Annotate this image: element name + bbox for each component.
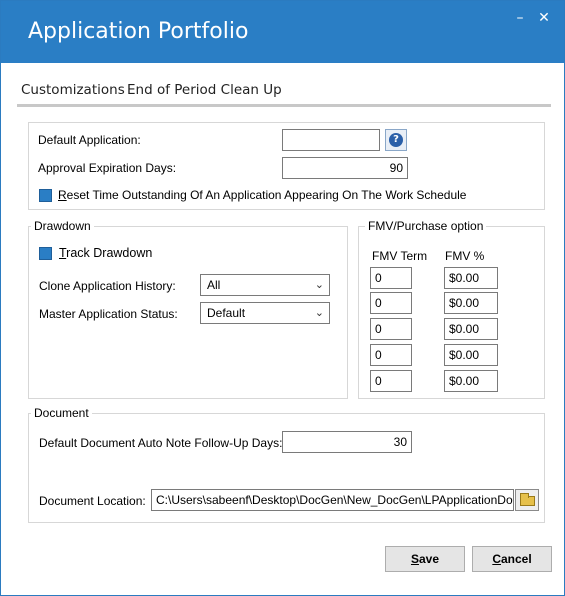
help-button[interactable]: ? bbox=[385, 129, 407, 151]
tab-strip: Customizations End of Period Clean Up bbox=[17, 75, 551, 107]
minimize-icon[interactable]: – bbox=[509, 7, 531, 29]
tab-customizations[interactable]: Customizations bbox=[21, 75, 129, 107]
chevron-down-icon: ⌄ bbox=[314, 279, 324, 291]
clone-history-label: Clone Application History: bbox=[39, 279, 176, 293]
fmv-term-input[interactable]: 0 bbox=[370, 370, 412, 392]
master-status-value: Default bbox=[207, 306, 246, 320]
approval-expiration-days-input[interactable]: 90 bbox=[282, 157, 408, 179]
tab-underline bbox=[17, 104, 551, 107]
drawdown-group: Drawdown Track Drawdown Clone Applicatio… bbox=[28, 219, 348, 399]
fmv-term-input[interactable]: 0 bbox=[370, 292, 412, 314]
track-drawdown-label: Track Drawdown bbox=[59, 246, 153, 260]
document-group: Document Default Document Auto Note Foll… bbox=[28, 406, 545, 523]
window-title: Application Portfolio bbox=[28, 19, 249, 44]
follow-up-days-input[interactable]: 30 bbox=[282, 431, 412, 453]
fmv-term-header: FMV Term bbox=[372, 249, 428, 263]
fmv-term-input[interactable]: 0 bbox=[370, 267, 412, 289]
master-status-select[interactable]: Default ⌄ bbox=[200, 302, 330, 324]
fmv-pct-input[interactable]: $0.00 bbox=[444, 370, 498, 392]
document-legend: Document bbox=[31, 406, 92, 420]
folder-icon bbox=[520, 493, 535, 506]
track-drawdown-checkbox[interactable] bbox=[39, 247, 52, 260]
approval-expiration-days-label: Approval Expiration Days: bbox=[38, 161, 177, 175]
tab-end-of-period-clean-up[interactable]: End of Period Clean Up bbox=[127, 75, 282, 105]
reset-time-label: Reset Time Outstanding Of An Application… bbox=[58, 188, 467, 202]
cancel-button[interactable]: Cancel bbox=[472, 546, 552, 572]
save-button[interactable]: Save bbox=[385, 546, 465, 572]
fmv-pct-input[interactable]: $0.00 bbox=[444, 292, 498, 314]
reset-time-checkbox[interactable] bbox=[39, 189, 52, 202]
chevron-down-icon: ⌄ bbox=[314, 307, 324, 319]
follow-up-days-label: Default Document Auto Note Follow-Up Day… bbox=[39, 436, 283, 450]
fmv-pct-header: FMV % bbox=[445, 249, 485, 263]
default-application-input[interactable] bbox=[282, 129, 380, 151]
document-location-input[interactable]: C:\Users\sabeenf\Desktop\DocGen\New_DocG… bbox=[151, 489, 514, 511]
general-settings-group: Default Application: ? Approval Expirati… bbox=[28, 122, 545, 210]
help-icon: ? bbox=[389, 133, 403, 147]
application-portfolio-window: Application Portfolio – ✕ Customizations… bbox=[0, 0, 565, 596]
fmv-pct-input[interactable]: $0.00 bbox=[444, 344, 498, 366]
fmv-pct-input[interactable]: $0.00 bbox=[444, 267, 498, 289]
title-bar: Application Portfolio – ✕ bbox=[1, 1, 564, 63]
fmv-purchase-option-group: FMV/Purchase option FMV Term FMV % 0 $0.… bbox=[358, 219, 545, 399]
master-status-label: Master Application Status: bbox=[39, 307, 178, 321]
clone-history-value: All bbox=[207, 278, 221, 292]
fmv-pct-input[interactable]: $0.00 bbox=[444, 318, 498, 340]
default-application-label: Default Application: bbox=[38, 133, 141, 147]
fmv-term-input[interactable]: 0 bbox=[370, 318, 412, 340]
fmv-legend: FMV/Purchase option bbox=[365, 219, 487, 233]
document-location-label: Document Location: bbox=[39, 494, 146, 508]
clone-history-select[interactable]: All ⌄ bbox=[200, 274, 330, 296]
close-icon[interactable]: ✕ bbox=[533, 7, 555, 29]
browse-folder-button[interactable] bbox=[515, 489, 539, 511]
fmv-term-input[interactable]: 0 bbox=[370, 344, 412, 366]
drawdown-legend: Drawdown bbox=[31, 219, 94, 233]
